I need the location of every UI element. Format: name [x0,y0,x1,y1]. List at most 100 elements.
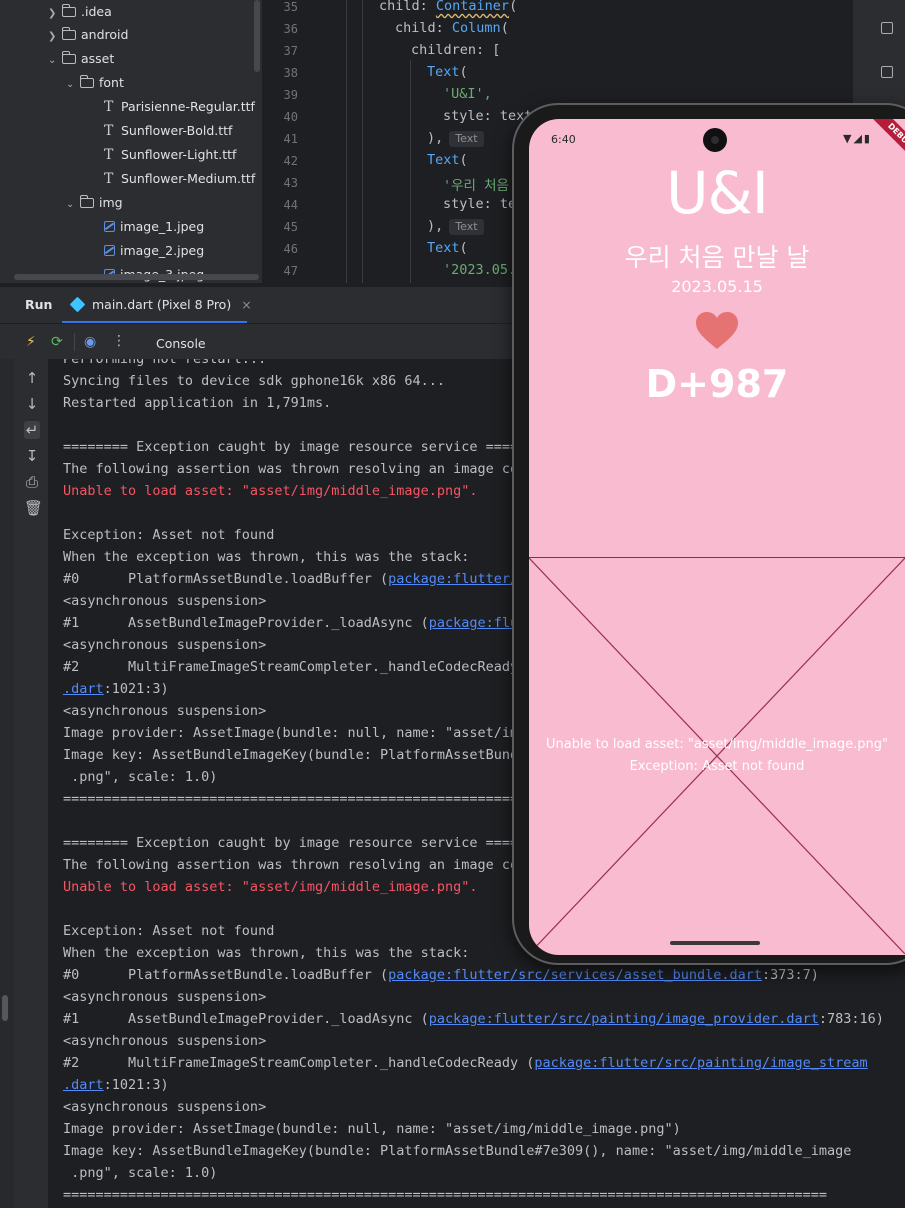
source-link[interactable]: package:flu [429,615,518,631]
tree-item-asset[interactable]: ⌄ asset [48,47,114,71]
folder-icon [62,4,76,17]
source-link[interactable]: package:flutter/src/painting/image_strea… [534,1055,867,1071]
line-number: 42 [283,154,298,168]
trash-icon[interactable]: 🗑 [24,499,43,517]
inlay-hint: Text [449,219,484,235]
app-title: U&I [666,159,769,227]
tree-item-file[interactable]: image_3.jpeg [104,263,204,283]
image-file-icon [104,245,115,256]
soft-wrap-icon[interactable]: ↵ [24,421,40,439]
folder-icon [62,27,76,40]
console-line: When the exception was thrown, this was … [63,549,470,565]
tree-item-file[interactable]: T Parisienne-Regular.ttf [104,95,255,119]
hot-reload-icon[interactable]: ⚡ [26,335,36,349]
code-line: child: Container( [379,0,518,14]
tree-item-img[interactable]: ⌄ img [66,191,123,215]
arrow-up-icon[interactable]: ↑ [24,369,40,387]
more-options-icon[interactable]: ⋮ [112,334,126,348]
chevron-down-icon[interactable]: ⌄ [48,49,62,73]
horizontal-scrollbar[interactable] [14,274,259,280]
toolbar-divider [74,333,75,351]
console-tab[interactable]: Console [156,336,206,351]
line-number: 46 [283,242,298,256]
chevron-down-icon[interactable]: ⌄ [66,73,80,97]
font-file-icon: T [104,147,114,163]
home-indicator[interactable] [670,941,760,945]
console-line: <asynchronous suspension> [63,989,267,1005]
line-number: 40 [283,110,298,124]
console-line: .png", scale: 1.0) [63,769,218,785]
chevron-right-icon[interactable]: ❯ [48,25,62,49]
run-tab-main-dart[interactable]: main.dart (Pixel 8 Pro) × [69,296,252,313]
console-line: Exception: Asset not found [63,923,275,939]
device-manager-icon[interactable] [881,22,893,34]
line-gutter: 35 36 37 38 39 40 41 42 43 44 45 46 47 [262,0,312,283]
console-line: .dart:1021:3) [63,681,169,697]
console-line: #0 PlatformAssetBundle.loadBuffer (packa… [63,571,519,587]
line-number: 43 [283,176,298,190]
console-line: <asynchronous suspension> [63,637,267,653]
console-line: The following assertion was thrown resol… [63,857,519,873]
line-number: 41 [283,132,298,146]
code-line: style: te [443,196,517,212]
left-edge-strip [0,359,14,1208]
phone-screen[interactable]: 6:40 ▼◢▮ DEBUG U&I 우리 처음 만날 날 2023.05.15… [529,119,905,955]
tree-item-file[interactable]: image_1.jpeg [104,215,204,239]
console-line: #1 AssetBundleImageProvider._loadAsync (… [63,615,519,631]
tree-item-android[interactable]: ❯ android [48,23,128,47]
console-line: ======== Exception caught by image resou… [63,439,519,455]
font-file-icon: T [104,99,114,115]
status-bar-icons: ▼◢▮ [843,132,872,145]
close-icon[interactable]: × [241,297,251,312]
running-devices-icon[interactable] [881,66,893,78]
code-line: '2023.05. [443,262,517,278]
dart-icon [69,296,86,313]
print-icon[interactable]: ⎙ [24,473,40,491]
chevron-down-icon[interactable]: ⌄ [66,193,80,217]
console-line: The following assertion was thrown resol… [63,461,519,477]
code-line: '우리 처음 [443,178,509,194]
console-line: #2 MultiFrameImageStreamCompleter._handl… [63,1055,868,1071]
source-link[interactable]: .dart [63,681,104,697]
source-link[interactable]: package:flutter/src/services/asset_bundl… [388,967,762,983]
indent-guide [410,60,411,283]
console-line: <asynchronous suspension> [63,703,267,719]
line-number: 44 [283,198,298,212]
vertical-scrollbar[interactable] [254,0,260,72]
tree-item-file[interactable]: T Sunflower-Bold.ttf [104,119,232,143]
edge-marker [2,995,8,1021]
project-tree-panel: ❯ .idea ❯ android ⌄ asset ⌄ font T Parisienne… [0,0,262,283]
image-file-icon [104,221,115,232]
tree-item-file[interactable]: image_2.jpeg [104,239,204,263]
console-line: ========================================… [63,1187,828,1203]
code-line: children: [ [411,42,501,58]
heart-icon[interactable] [695,311,739,355]
tree-item-file[interactable]: T Sunflower-Medium.ttf [104,167,255,191]
console-line: <asynchronous suspension> [63,1099,267,1115]
tree-item-idea[interactable]: ❯ .idea [48,0,112,24]
folder-icon [80,75,94,88]
tree-item-file[interactable]: T Sunflower-Light.ttf [104,143,236,167]
console-line: #2 MultiFrameImageStreamCompleter._handl… [63,659,519,675]
console-error-line: Unable to load asset: "asset/img/middle_… [63,483,478,499]
first-meeting-date: 2023.05.15 [671,277,763,296]
code-line: Text( [427,240,468,256]
arrow-down-icon[interactable]: ↓ [24,395,40,413]
run-window-title: Run [25,297,53,312]
image-error-placeholder: Unable to load asset: "asset/img/middle_… [529,557,905,954]
image-error-message: Unable to load asset: "asset/img/middle_… [545,737,889,774]
source-link[interactable]: .dart [63,1077,104,1093]
source-link[interactable]: package:flutter/src/painting/image_provi… [429,1011,819,1027]
source-link[interactable]: package:flutter/ [388,571,518,587]
tree-item-font[interactable]: ⌄ font [66,71,124,95]
indent-guide [362,0,363,283]
flutter-inspector-icon[interactable]: ◉ [84,335,96,349]
console-line: When the exception was thrown, this was … [63,945,470,961]
line-number: 39 [283,88,298,102]
status-bar-time: 6:40 [551,133,576,146]
hot-restart-icon[interactable]: ⟳ [51,335,63,349]
first-meeting-label: 우리 처음 만날 날 [624,243,810,272]
console-line: <asynchronous suspension> [63,1033,267,1049]
scroll-to-end-icon[interactable]: ↧ [24,447,40,465]
font-file-icon: T [104,171,114,187]
